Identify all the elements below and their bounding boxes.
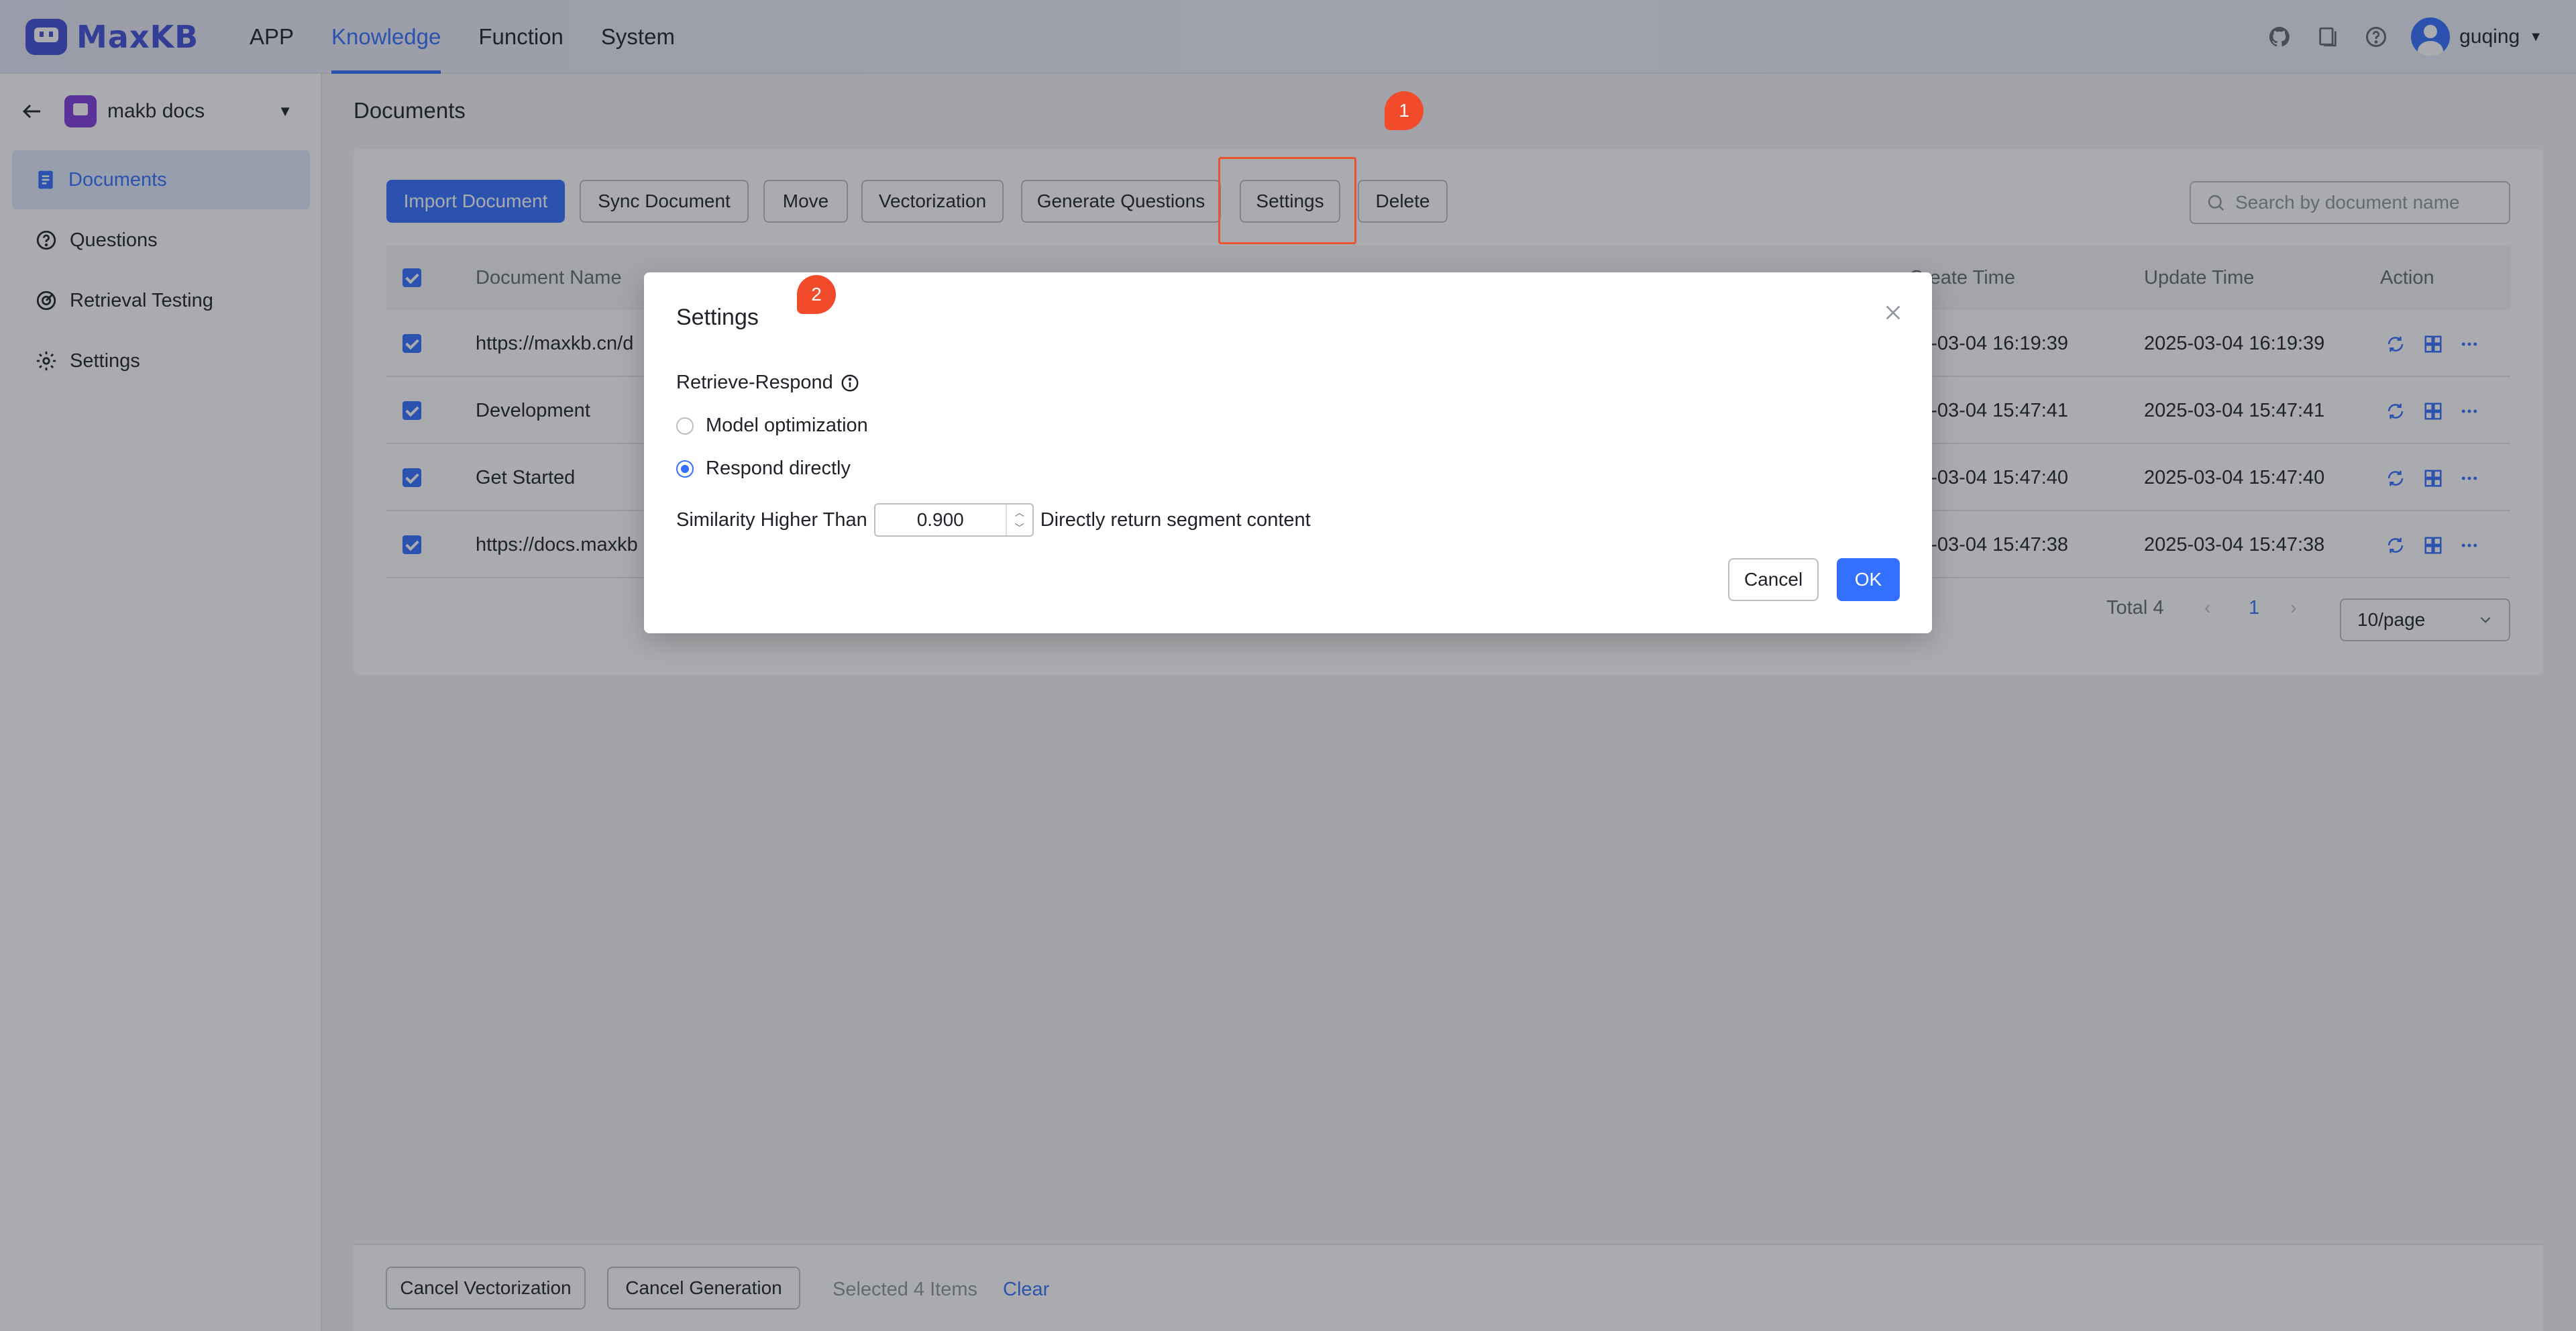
- annotation-badge-2: 2: [797, 275, 836, 314]
- radio-model-optimization[interactable]: Model optimization: [676, 415, 868, 437]
- cancel-button[interactable]: Cancel: [1728, 558, 1819, 601]
- settings-dialog: Settings Retrieve-Respond Model optimiza…: [644, 272, 1932, 633]
- radio-label: Respond directly: [706, 458, 851, 479]
- annotation-badge-1: 1: [1385, 91, 1424, 130]
- close-icon[interactable]: [1882, 302, 1904, 323]
- info-icon[interactable]: [840, 373, 860, 393]
- retrieve-respond-text: Retrieve-Respond: [676, 372, 833, 393]
- similarity-row: Similarity Higher Than 0.900 ︿ ﹀ Directl…: [676, 503, 1311, 537]
- dialog-title: Settings: [676, 305, 759, 330]
- retrieve-respond-label: Retrieve-Respond: [676, 372, 860, 394]
- radio-respond-directly[interactable]: Respond directly: [676, 458, 851, 480]
- ok-button[interactable]: OK: [1837, 558, 1900, 601]
- annotation-highlight-box: [1218, 157, 1356, 244]
- radio-button-selected[interactable]: [676, 460, 694, 478]
- chevron-up-icon[interactable]: ︿: [1015, 506, 1024, 519]
- similarity-suffix: Directly return segment content: [1040, 509, 1311, 531]
- similarity-value[interactable]: 0.900: [917, 509, 964, 531]
- radio-button[interactable]: [676, 417, 694, 435]
- similarity-stepper[interactable]: 0.900 ︿ ﹀: [873, 503, 1034, 537]
- chevron-down-icon[interactable]: ﹀: [1015, 521, 1024, 535]
- radio-label: Model optimization: [706, 415, 868, 436]
- similarity-label: Similarity Higher Than: [676, 509, 867, 531]
